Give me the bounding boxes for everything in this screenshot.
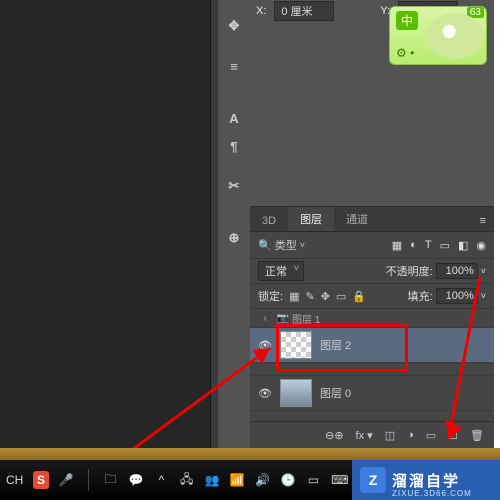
tab-channels[interactable]: 通道 — [334, 207, 380, 231]
watermark-url: ZIXUE.3D66.COM — [392, 489, 472, 498]
layers-panel: 3D 图层 通道 ≡ 🔍 类型 ˅ ▦ ◐ T ▭ ◧ ◉ 正常 不透明度: — [250, 206, 494, 448]
people-icon[interactable]: 👥 — [204, 471, 219, 489]
gear-icon[interactable]: ⚙ • — [396, 46, 414, 60]
canvas-area[interactable] — [0, 0, 210, 448]
network-icon[interactable]: 🖧 — [179, 471, 194, 489]
layer-list: › 📷 图层 1 👁 图层 2 👁 图层 0 — [250, 309, 494, 422]
ime-widget[interactable]: 63 中 ⚙ • — [389, 6, 487, 65]
tool-cc-icon[interactable]: ⊕ — [218, 224, 250, 252]
watermark-logo-icon: Z — [360, 467, 386, 493]
lock-artboard-icon[interactable]: ▭ — [336, 290, 346, 303]
lock-position-icon[interactable]: ✥ — [321, 290, 330, 303]
filter-pixel-icon[interactable]: ▦ — [392, 239, 402, 252]
volume-icon[interactable]: 🔊 — [255, 471, 270, 489]
mask-icon[interactable]: ◫ — [385, 429, 395, 442]
delete-icon[interactable]: 🗑 — [470, 429, 484, 442]
tray-chevron-icon[interactable]: ^ — [154, 471, 169, 489]
fill-value[interactable]: 100% — [436, 288, 478, 304]
layer-thumbnail[interactable] — [280, 379, 312, 407]
lock-pixels-icon[interactable]: ✎ — [305, 290, 314, 303]
visibility-eye-icon[interactable]: 👁 — [256, 336, 274, 354]
lock-row: 锁定: ▦ ✎ ✥ ▭ 🔒 填充: 100% ˅ — [250, 284, 494, 309]
lock-all-icon[interactable]: 🔒 — [352, 290, 366, 303]
filter-icons: ▦ ◐ T ▭ ◧ ◉ — [392, 239, 486, 252]
layer-thumbnail[interactable] — [280, 331, 312, 359]
watermark-text: 溜溜自学 — [392, 470, 460, 491]
layer-collapsed[interactable]: › 📷 图层 1 — [250, 309, 494, 328]
wifi-icon[interactable]: 📶 — [230, 471, 245, 489]
camera-icon: 📷 — [274, 313, 292, 324]
layer-gap — [250, 363, 494, 376]
chevron-down-icon: ˅ — [300, 240, 305, 250]
screen-icon[interactable]: ▭ — [306, 471, 321, 489]
vertical-tool-strip: ✥ ≡ A ¶ ✂ ⊕ — [218, 0, 250, 448]
adjustment-icon[interactable]: ◑ — [407, 429, 414, 441]
group-icon[interactable]: ▭ — [426, 429, 436, 442]
opacity-label: 不透明度: — [386, 263, 433, 279]
filter-toggle-icon[interactable]: ◉ — [476, 239, 486, 252]
panel-menu-icon[interactable]: ≡ — [472, 211, 494, 231]
tool-move-icon[interactable]: ✥ — [218, 12, 250, 40]
x-label: X: — [256, 5, 266, 17]
fx-icon[interactable]: fx ▾ — [356, 429, 373, 442]
tool-paragraph-icon[interactable]: ≡ — [218, 52, 250, 80]
layer-filter-row: 🔍 类型 ˅ ▦ ◐ T ▭ ◧ ◉ — [250, 232, 494, 259]
opacity-value[interactable]: 100% — [436, 263, 478, 279]
ime-mode-char[interactable]: 中 — [396, 11, 418, 30]
right-panel-area: X: 0 厘米 Y: 0 厘米 3D 图层 通道 ≡ 🔍 类型 ˅ ▦ ◐ T … — [250, 0, 500, 448]
sogou-icon[interactable]: S — [33, 471, 48, 489]
tray-icon[interactable]: 💬 — [128, 471, 143, 489]
chevron-right-icon: › — [256, 313, 274, 324]
tool-scissors-icon[interactable]: ✂ — [218, 172, 250, 200]
filter-type-dropdown[interactable]: 🔍 类型 ˅ — [258, 237, 305, 253]
x-value[interactable]: 0 厘米 — [274, 1, 334, 21]
lock-label: 锁定: — [258, 288, 283, 304]
watermark: Z 溜溜自学 ZIXUE.3D66.COM — [352, 460, 500, 500]
ime-ch-indicator[interactable]: CH — [6, 473, 23, 487]
filter-adjust-icon[interactable]: ◐ — [410, 239, 417, 252]
right-edge — [494, 0, 500, 448]
chevron-down-icon[interactable]: ˅ — [481, 266, 486, 276]
panel-tabs: 3D 图层 通道 ≡ — [250, 207, 494, 232]
layer-name[interactable]: 图层 2 — [320, 337, 351, 353]
filter-type-icon[interactable]: T — [425, 239, 432, 252]
mic-icon[interactable]: 🎤 — [59, 471, 74, 489]
tool-pilcrow-icon[interactable]: ¶ — [218, 132, 250, 160]
tab-layers[interactable]: 图层 — [288, 207, 334, 231]
blend-mode-row: 正常 不透明度: 100% ˅ — [250, 259, 494, 284]
clock-icon[interactable]: 🕒 — [280, 471, 295, 489]
layer-row-selected[interactable]: 👁 图层 2 — [250, 328, 494, 363]
lock-transparent-icon[interactable]: ▦ — [289, 290, 299, 303]
taskbar-accent — [0, 448, 500, 460]
layer-name[interactable]: 图层 0 — [320, 385, 351, 401]
visibility-eye-icon[interactable]: 👁 — [256, 384, 274, 402]
filter-smart-icon[interactable]: ◧ — [458, 239, 468, 252]
tool-type-icon[interactable]: A — [218, 104, 250, 132]
chevron-down-icon[interactable]: ˅ — [481, 291, 486, 301]
new-layer-icon[interactable]: ☐ — [448, 429, 458, 442]
blend-mode-select[interactable]: 正常 — [258, 261, 304, 281]
filter-shape-icon[interactable]: ▭ — [440, 239, 450, 252]
tab-3d[interactable]: 3D — [250, 211, 288, 231]
filter-label: 类型 — [275, 237, 297, 253]
link-layers-icon[interactable]: ⊖⊕ — [325, 429, 343, 442]
keyboard-icon[interactable]: ⌨ — [331, 471, 348, 489]
tray-icon[interactable]: 🗀 — [103, 471, 118, 489]
layer-name: 图层 1 — [292, 311, 320, 326]
layer-row[interactable]: 👁 图层 0 — [250, 376, 494, 411]
layer-panel-footer: ⊖⊕ fx ▾ ◫ ◑ ▭ ☐ 🗑 — [250, 421, 494, 448]
lotus-icon — [426, 13, 484, 59]
fill-label: 填充: — [408, 288, 433, 304]
search-icon: 🔍 — [258, 239, 272, 252]
